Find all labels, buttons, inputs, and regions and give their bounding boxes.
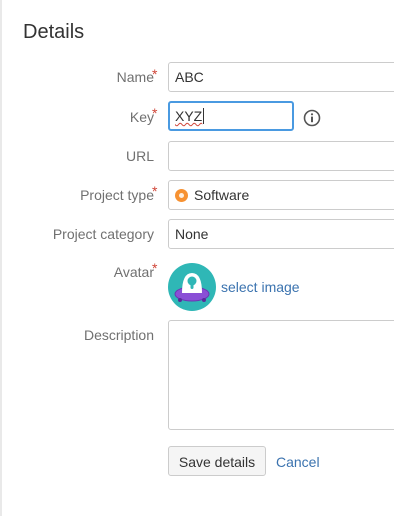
project-type-select[interactable]: Software	[168, 180, 394, 210]
key-input-value: XYZ	[175, 108, 203, 124]
name-label: Name	[116, 69, 154, 85]
cancel-link[interactable]: Cancel	[276, 454, 320, 470]
required-marker: *	[152, 260, 158, 276]
name-input[interactable]: ABC	[168, 62, 394, 92]
page-title: Details	[23, 21, 85, 43]
text-caret	[203, 108, 205, 124]
software-icon	[175, 189, 188, 202]
project-avatar-icon[interactable]	[168, 263, 216, 311]
url-label: URL	[125, 148, 154, 164]
required-marker: *	[152, 183, 158, 199]
project-type-label: Project type	[80, 187, 154, 203]
description-label: Description	[83, 327, 154, 343]
required-marker: *	[152, 105, 158, 121]
description-textarea[interactable]	[168, 320, 394, 430]
info-icon[interactable]	[303, 109, 321, 127]
project-category-label: Project category	[52, 226, 154, 242]
key-input[interactable]: XYZ	[168, 101, 294, 131]
project-type-value: Software	[194, 187, 250, 203]
save-details-button[interactable]: Save details	[168, 446, 266, 476]
url-input[interactable]	[168, 141, 394, 171]
avatar-label: Avatar	[113, 264, 154, 280]
select-image-link[interactable]: select image	[221, 279, 300, 295]
project-category-select[interactable]: None	[168, 219, 394, 249]
panel-border	[0, 0, 2, 516]
key-label: Key	[129, 109, 154, 125]
required-marker: *	[152, 66, 158, 82]
